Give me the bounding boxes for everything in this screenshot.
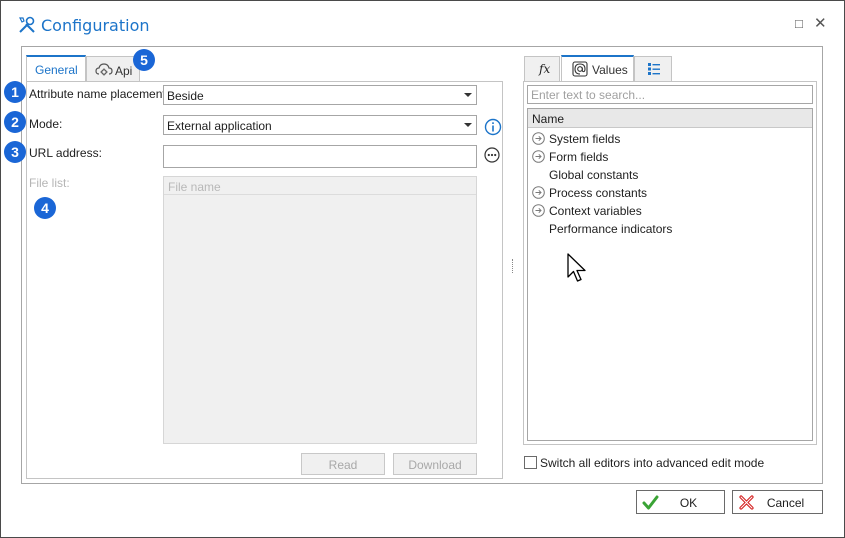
tree-item-global-constants[interactable]: Global constants: [528, 166, 812, 184]
read-button[interactable]: Read: [301, 453, 385, 475]
url-address-label: URL address:: [29, 146, 102, 160]
maximize-button[interactable]: □: [795, 17, 803, 31]
tools-icon: [19, 16, 35, 33]
mode-value: External application: [167, 119, 272, 133]
attribute-name-placement-label: Attribute name placement:: [29, 87, 170, 101]
attribute-name-placement-value: Beside: [167, 89, 204, 103]
mode-label: Mode:: [29, 117, 63, 131]
fx-icon: fx: [539, 62, 551, 76]
tree-item-label: Process constants: [549, 186, 648, 200]
callout-badge-4: 4: [34, 197, 56, 219]
ok-button[interactable]: OK: [636, 490, 725, 514]
tab-values[interactable]: Values: [561, 55, 634, 82]
file-list-grid[interactable]: File name: [163, 176, 477, 444]
window-title: Configuration: [41, 16, 150, 35]
attribute-name-placement-select[interactable]: Beside: [163, 85, 477, 105]
callout-badge-2: 2: [4, 111, 26, 133]
advanced-edit-mode-checkbox[interactable]: [524, 456, 537, 469]
tree-item-label: Context variables: [549, 204, 642, 218]
tree-item-label: System fields: [549, 132, 621, 146]
cancel-button-label: Cancel: [766, 496, 805, 510]
mouse-pointer-icon: [567, 253, 586, 282]
chevron-down-icon: [464, 123, 472, 127]
tree-item-system-fields[interactable]: System fields: [528, 130, 812, 148]
tree-item-label: Performance indicators: [549, 222, 673, 236]
tree-item-context-variables[interactable]: Context variables: [528, 202, 812, 220]
expand-arrow-icon[interactable]: [532, 204, 545, 217]
tab-functions[interactable]: fx: [524, 56, 560, 82]
tab-api-label: Api: [115, 64, 133, 78]
ellipsis-icon[interactable]: [484, 147, 500, 163]
callout-badge-1: 1: [4, 81, 26, 103]
tree-item-form-fields[interactable]: Form fields: [528, 148, 812, 166]
list-icon: [648, 63, 660, 75]
tab-values-label: Values: [592, 63, 628, 77]
cancel-button[interactable]: Cancel: [732, 490, 823, 514]
file-list-label: File list:: [29, 176, 70, 190]
tab-api[interactable]: Api: [86, 56, 140, 81]
close-button[interactable]: ✕: [814, 16, 827, 31]
splitter-handle[interactable]: [512, 259, 514, 273]
at-sign-icon: [572, 61, 588, 77]
tab-general-label: General: [35, 63, 78, 77]
download-button[interactable]: Download: [393, 453, 477, 475]
expand-arrow-icon[interactable]: [532, 186, 545, 199]
title-bar: Configuration □ ✕: [0, 0, 843, 42]
info-icon[interactable]: [484, 118, 502, 136]
tree-item-label: Form fields: [549, 150, 609, 164]
file-name-column-header: File name: [164, 177, 476, 195]
callout-badge-5: 5: [133, 49, 155, 71]
ok-button-label: OK: [679, 496, 698, 510]
chevron-down-icon: [464, 93, 472, 97]
tab-list[interactable]: [634, 56, 672, 82]
tree-item-performance-indicators[interactable]: Performance indicators: [528, 220, 812, 238]
advanced-edit-mode-label[interactable]: Switch all editors into advanced edit mo…: [540, 456, 764, 470]
name-column-header[interactable]: Name: [528, 109, 812, 128]
expand-arrow-icon[interactable]: [532, 150, 545, 163]
cloud-gear-icon: [95, 63, 113, 76]
callout-badge-3: 3: [4, 141, 26, 163]
url-address-input[interactable]: [163, 145, 477, 168]
values-search-input[interactable]: Enter text to search...: [527, 85, 813, 104]
tab-general[interactable]: General: [26, 55, 86, 82]
mode-select[interactable]: External application: [163, 115, 477, 135]
expand-arrow-icon[interactable]: [532, 132, 545, 145]
tree-item-label: Global constants: [549, 168, 639, 182]
tree-item-process-constants[interactable]: Process constants: [528, 184, 812, 202]
